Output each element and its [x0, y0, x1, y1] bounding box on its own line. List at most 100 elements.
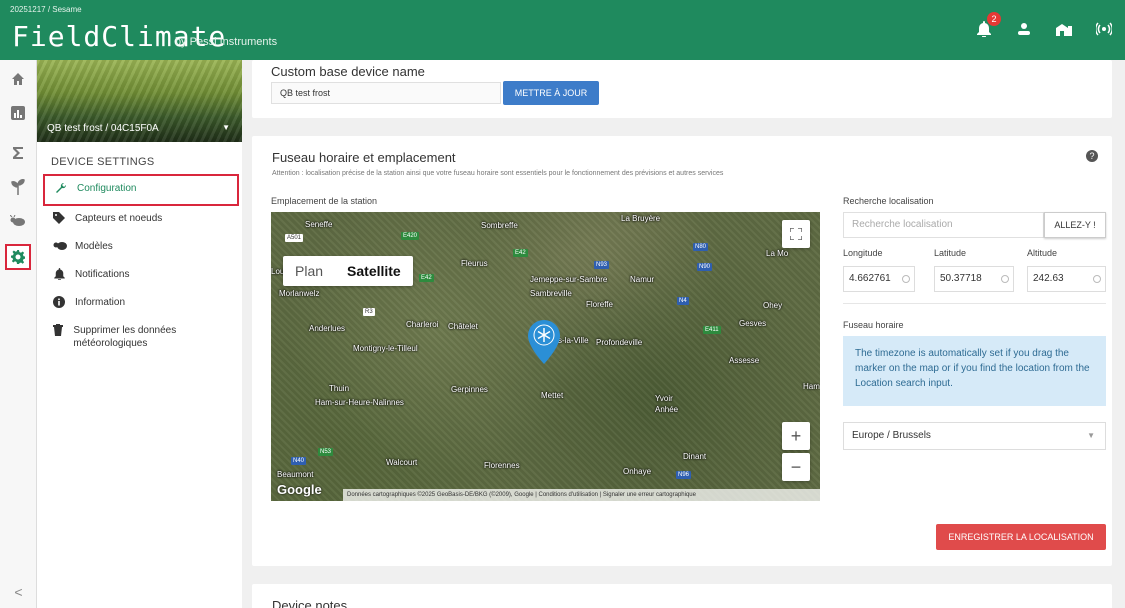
map-plan-button[interactable]: Plan [283, 256, 335, 286]
map-place: Mettet [541, 391, 564, 400]
longitude-label: Longitude [843, 248, 883, 258]
menu-item-information[interactable]: Information [43, 290, 239, 318]
location-search-input[interactable]: Recherche localisation [843, 212, 1044, 238]
map-attribution[interactable]: Données cartographiques ©2025 GeoBasis-D… [343, 489, 820, 501]
zoom-out-button[interactable]: − [782, 453, 810, 481]
menu-item-configuration[interactable]: Configuration [43, 174, 239, 206]
base-name-card: Custom base device name METTRE À JOUR [252, 60, 1112, 118]
map-satellite-button[interactable]: Satellite [335, 256, 413, 286]
chevron-down-icon[interactable]: ▼ [222, 123, 230, 132]
latitude-value: 50.37718 [940, 273, 982, 284]
icon-rail: < [0, 60, 37, 608]
map-place: Gesves [739, 319, 767, 328]
timezone-label: Fuseau horaire [843, 320, 904, 330]
save-location-button[interactable]: ENREGISTRER LA LOCALISATION [936, 524, 1106, 550]
menu-item-label: Modèles [75, 241, 113, 252]
map-place: Assesse [729, 356, 760, 365]
stepper-icon[interactable] [1093, 275, 1101, 283]
chart-icon[interactable] [5, 100, 31, 126]
divider [843, 303, 1106, 304]
menu-item-modeles[interactable]: Modèles [43, 234, 239, 262]
road-tag: N80 [693, 243, 709, 251]
wrench-icon [55, 182, 67, 198]
info-icon [53, 296, 65, 312]
map-place: Anderlues [309, 324, 346, 333]
location-card: Fuseau horaire et emplacement ? Attentio… [252, 136, 1112, 566]
map-place: Ohey [763, 301, 783, 310]
map-place: Charleroi [406, 320, 439, 329]
fullscreen-icon[interactable] [782, 220, 810, 248]
road-tag: A501 [285, 234, 304, 242]
base-name-label: Custom base device name [271, 64, 425, 79]
base-name-input[interactable] [271, 82, 501, 104]
map-place: Florennes [484, 461, 520, 470]
altitude-label: Altitude [1027, 248, 1058, 258]
menu-item-label: Supprimer les données météorologiques [73, 325, 177, 349]
map-place: Seneffe [305, 220, 333, 229]
map-type-toggle: Plan Satellite [283, 256, 413, 286]
device-banner-image[interactable]: QB test frost / 04C15F0A ▼ [37, 60, 242, 142]
road-tag: E42 [513, 249, 528, 257]
device-notes-card: Device notes [252, 584, 1112, 608]
collapse-sidebar-button[interactable]: < [0, 584, 37, 600]
user-icon[interactable] [1013, 18, 1035, 40]
menu-item-label: Notifications [75, 269, 130, 280]
road-tag: E42 [419, 274, 434, 282]
map-place: Ham-sur-Heure-Nalinnes [315, 398, 404, 407]
models-icon [53, 240, 67, 256]
station-marker-icon[interactable] [528, 320, 560, 364]
road-tag: E411 [703, 326, 721, 334]
search-go-button[interactable]: ALLEZ-Y ! [1044, 212, 1106, 238]
settings-menu: Configuration Capteurs et noeuds Modèles… [43, 174, 239, 356]
help-icon[interactable]: ? [1086, 150, 1098, 162]
map-place: Profondeville [596, 338, 643, 347]
gear-icon[interactable] [5, 244, 31, 270]
pest-icon[interactable] [5, 208, 31, 234]
timezone-info: The timezone is automatically set if you… [843, 336, 1106, 406]
bell-icon[interactable]: 2 [973, 12, 1001, 40]
farm-icon[interactable] [1053, 18, 1075, 40]
altitude-input[interactable]: 242.63 [1027, 266, 1106, 292]
road-tag: N96 [676, 471, 692, 479]
map-place: Sombreffe [481, 221, 518, 230]
station-map[interactable]: Seneffe Sombreffe La Bruyère Fleurus Jem… [271, 212, 820, 501]
menu-item-supprimer[interactable]: Supprimer les données météorologiques [43, 318, 239, 356]
road-tag: N53 [318, 448, 334, 456]
plant-icon[interactable] [5, 174, 31, 200]
home-icon[interactable] [5, 66, 31, 92]
sum-icon[interactable] [5, 140, 31, 166]
logo-subtitle: by Pessl Instruments [175, 36, 278, 48]
menu-item-label: Capteurs et noeuds [75, 213, 163, 224]
stepper-icon[interactable] [902, 275, 910, 283]
map-place: Yvoir [655, 394, 673, 403]
map-place: Sambreville [530, 289, 572, 298]
road-tag: N40 [291, 457, 307, 465]
menu-item-capteurs[interactable]: Capteurs et noeuds [43, 206, 239, 234]
longitude-value: 4.662761 [849, 273, 891, 284]
signal-icon[interactable] [1093, 18, 1115, 40]
map-place: Floreffe [586, 300, 613, 309]
tag-icon [53, 212, 65, 228]
breadcrumb[interactable]: 20251217 / Sesame [10, 5, 82, 14]
altitude-value: 242.63 [1033, 273, 1064, 284]
latitude-label: Latitude [934, 248, 967, 258]
device-notes-title: Device notes [272, 598, 348, 608]
map-label: Emplacement de la station [271, 196, 378, 206]
update-button[interactable]: METTRE À JOUR [503, 81, 599, 105]
map-place: La Mo [766, 249, 789, 258]
map-place: Ham [803, 382, 820, 391]
device-selector[interactable]: QB test frost / 04C15F0A [47, 123, 159, 134]
device-settings-panel: QB test frost / 04C15F0A ▼ DEVICE SETTIN… [37, 60, 242, 608]
map-place: Morlanwelz [279, 289, 320, 298]
latitude-input[interactable]: 50.37718 [934, 266, 1014, 292]
timezone-select[interactable]: Europe / Brussels ▼ [843, 422, 1106, 450]
app-header: 20251217 / Sesame FieldClimate by Pessl … [0, 0, 1125, 60]
map-place: Thuin [329, 384, 350, 393]
menu-item-notifications[interactable]: Notifications [43, 262, 239, 290]
road-tag: N90 [697, 263, 713, 271]
map-place: Dinant [683, 452, 707, 461]
longitude-input[interactable]: 4.662761 [843, 266, 915, 292]
stepper-icon[interactable] [1001, 275, 1009, 283]
zoom-in-button[interactable]: + [782, 422, 810, 450]
map-place: Montigny-le-Tilleul [353, 344, 418, 353]
